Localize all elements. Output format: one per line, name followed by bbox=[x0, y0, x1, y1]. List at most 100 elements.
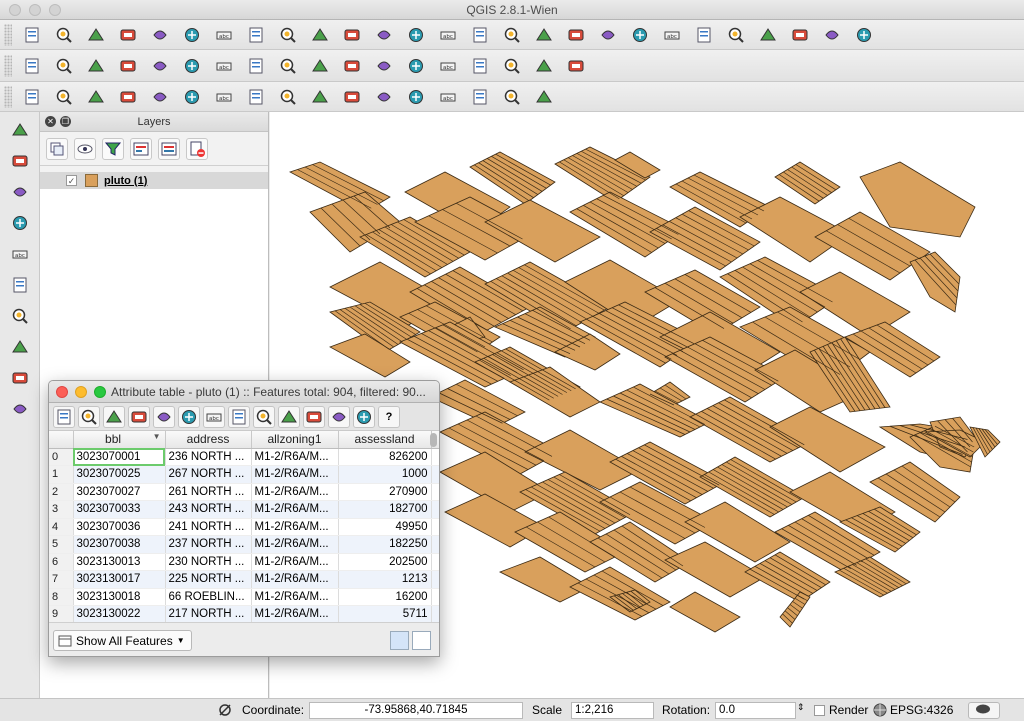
table-scrollbar[interactable] bbox=[430, 433, 437, 623]
table-cell-assessland[interactable]: 1213 bbox=[338, 570, 432, 589]
render-checkbox[interactable] bbox=[814, 705, 825, 716]
table-cell-assessland[interactable]: 1000 bbox=[338, 465, 432, 484]
table-cell-bbl[interactable]: 3023130013 bbox=[73, 553, 166, 571]
table-cell-allzoning1[interactable]: M1-2/R6A/M... bbox=[251, 553, 339, 571]
table-cell-allzoning1[interactable]: M1-2/R6A/M... bbox=[251, 518, 339, 536]
table-cell-allzoning1[interactable]: M1-2/R6A/M... bbox=[251, 570, 339, 589]
table-cell-address[interactable]: 241 NORTH ... bbox=[165, 518, 252, 536]
table-cell-address[interactable]: 237 NORTH ... bbox=[165, 535, 252, 554]
scale-field[interactable]: 1:2,216 bbox=[571, 702, 654, 719]
composer-manager-icon[interactable] bbox=[180, 23, 204, 47]
split-features-icon[interactable] bbox=[372, 85, 396, 109]
attribute-table-icon[interactable] bbox=[692, 23, 716, 47]
table-row[interactable]: 7 3023130017 225 NORTH ... M1-2/R6A/M... 121… bbox=[49, 570, 439, 589]
table-cell-assessland[interactable]: 16200 bbox=[338, 588, 432, 606]
pan-to-selection-icon[interactable] bbox=[244, 23, 268, 47]
move-label-icon[interactable]: abc bbox=[436, 54, 460, 78]
show-label-icon[interactable] bbox=[404, 54, 428, 78]
add-wfs-layer-icon[interactable] bbox=[8, 335, 32, 359]
unselect-all-icon[interactable] bbox=[153, 405, 175, 428]
zoom-last-icon[interactable] bbox=[468, 23, 492, 47]
table-row[interactable]: 0 3023070001 236 NORTH ... M1-2/R6A/M... 826… bbox=[49, 448, 439, 466]
pan-to-selected-icon[interactable] bbox=[228, 405, 250, 428]
statistics-icon[interactable] bbox=[724, 23, 748, 47]
save-edits-icon[interactable] bbox=[78, 405, 100, 428]
zoom-to-layer-icon[interactable]: abc bbox=[436, 23, 460, 47]
show-all-features-dropdown[interactable]: Show All Features ▼ bbox=[53, 630, 192, 651]
table-cell-address[interactable]: 243 NORTH ... bbox=[165, 500, 252, 519]
table-cell-address[interactable]: 217 NORTH ... bbox=[165, 605, 252, 624]
undo-icon[interactable] bbox=[52, 85, 76, 109]
table-cell-bbl[interactable]: 3023070001 bbox=[73, 448, 166, 466]
invert-selection-icon[interactable]: abc bbox=[203, 405, 225, 428]
add-wms-layer-icon[interactable] bbox=[8, 273, 32, 297]
rotate-feature-icon[interactable] bbox=[532, 85, 556, 109]
zoom-window-button[interactable] bbox=[94, 386, 106, 398]
select-by-expression-icon[interactable] bbox=[128, 405, 150, 428]
column-header-bbl[interactable]: bbl ▼ bbox=[73, 431, 166, 449]
column-header-allzoning1[interactable]: allzoning1 bbox=[251, 431, 339, 449]
table-cell-allzoning1[interactable]: M1-2/R6A/M... bbox=[251, 483, 339, 501]
toolbar-grip[interactable] bbox=[4, 54, 12, 77]
table-cell-allzoning1[interactable]: M1-2/R6A/M... bbox=[251, 588, 339, 606]
table-cell-assessland[interactable]: 826200 bbox=[338, 448, 432, 466]
save-as-icon[interactable] bbox=[116, 23, 140, 47]
show-layers-icon[interactable] bbox=[74, 137, 96, 160]
table-row[interactable]: 2 3023070027 261 NORTH ... M1-2/R6A/M... 270… bbox=[49, 483, 439, 501]
move-feature-icon[interactable] bbox=[148, 54, 172, 78]
table-row[interactable]: 1 3023070025 267 NORTH ... M1-2/R6A/M... 100… bbox=[49, 465, 439, 484]
cut-features-icon[interactable] bbox=[244, 54, 268, 78]
table-cell-assessland[interactable]: 202500 bbox=[338, 553, 432, 571]
table-cell-address[interactable]: 236 NORTH ... bbox=[165, 448, 252, 466]
table-cell-address[interactable]: 261 NORTH ... bbox=[165, 483, 252, 501]
delete-part-icon[interactable] bbox=[276, 85, 300, 109]
change-label-icon[interactable] bbox=[500, 54, 524, 78]
column-header-address[interactable]: address bbox=[165, 431, 252, 449]
table-cell-bbl[interactable]: 3023070036 bbox=[73, 518, 166, 536]
message-log-button[interactable] bbox=[968, 702, 1000, 719]
table-cell-address[interactable]: 230 NORTH ... bbox=[165, 553, 252, 571]
table-cell-address[interactable]: 225 NORTH ... bbox=[165, 570, 252, 589]
table-view-button[interactable] bbox=[390, 631, 409, 650]
remove-layer-icon[interactable] bbox=[186, 137, 208, 160]
table-cell-bbl[interactable]: 3023070033 bbox=[73, 500, 166, 519]
column-header-assessland[interactable]: assessland bbox=[338, 431, 432, 449]
crs-label[interactable]: EPSG:4326 bbox=[890, 703, 953, 717]
scrollbar-thumb[interactable] bbox=[430, 433, 437, 447]
coordinate-toggle-icon[interactable] bbox=[218, 703, 232, 717]
table-cell-bbl[interactable]: 3023130022 bbox=[73, 605, 166, 624]
toggle-editing-icon[interactable] bbox=[53, 405, 75, 428]
coordinate-field[interactable]: -73.95868,40.71845 bbox=[309, 702, 523, 719]
table-cell-allzoning1[interactable]: M1-2/R6A/M... bbox=[251, 465, 339, 484]
rotation-stepper-icon[interactable]: ⇕ bbox=[797, 702, 805, 713]
refresh-icon[interactable] bbox=[532, 23, 556, 47]
table-cell-bbl[interactable]: 3023070038 bbox=[73, 535, 166, 554]
paste-features-icon[interactable] bbox=[308, 54, 332, 78]
help-icon[interactable] bbox=[852, 23, 876, 47]
manage-visibility-icon[interactable] bbox=[158, 137, 180, 160]
crs-globe-icon[interactable] bbox=[873, 703, 887, 717]
table-cell-allzoning1[interactable]: M1-2/R6A/M... bbox=[251, 605, 339, 624]
table-cell-address[interactable]: 66 ROEBLIN... bbox=[165, 588, 252, 606]
delete-selected-icon[interactable] bbox=[103, 405, 125, 428]
new-vector-layer-icon[interactable] bbox=[8, 397, 32, 421]
identify-icon[interactable] bbox=[564, 23, 588, 47]
zoom-out-icon[interactable] bbox=[308, 23, 332, 47]
tip-icon[interactable] bbox=[820, 23, 844, 47]
move-selection-top-icon[interactable] bbox=[178, 405, 200, 428]
offset-curve-icon[interactable] bbox=[340, 85, 364, 109]
copy-rows-icon[interactable] bbox=[278, 405, 300, 428]
add-group-icon[interactable] bbox=[130, 137, 152, 160]
form-view-button[interactable] bbox=[412, 631, 431, 650]
copy-features-icon[interactable] bbox=[276, 54, 300, 78]
rotation-field[interactable]: 0.0 bbox=[715, 702, 796, 719]
add-postgis-layer-icon[interactable] bbox=[8, 180, 32, 204]
table-cell-assessland[interactable]: 182250 bbox=[338, 535, 432, 554]
table-cell-address[interactable]: 267 NORTH ... bbox=[165, 465, 252, 484]
help-icon[interactable]: ? bbox=[378, 405, 400, 428]
toggle-editing-icon[interactable] bbox=[52, 54, 76, 78]
table-cell-bbl[interactable]: 3023130017 bbox=[73, 570, 166, 589]
add-part-icon[interactable] bbox=[180, 85, 204, 109]
zoom-to-selected-icon[interactable] bbox=[253, 405, 275, 428]
minimize-window-button[interactable] bbox=[75, 386, 87, 398]
